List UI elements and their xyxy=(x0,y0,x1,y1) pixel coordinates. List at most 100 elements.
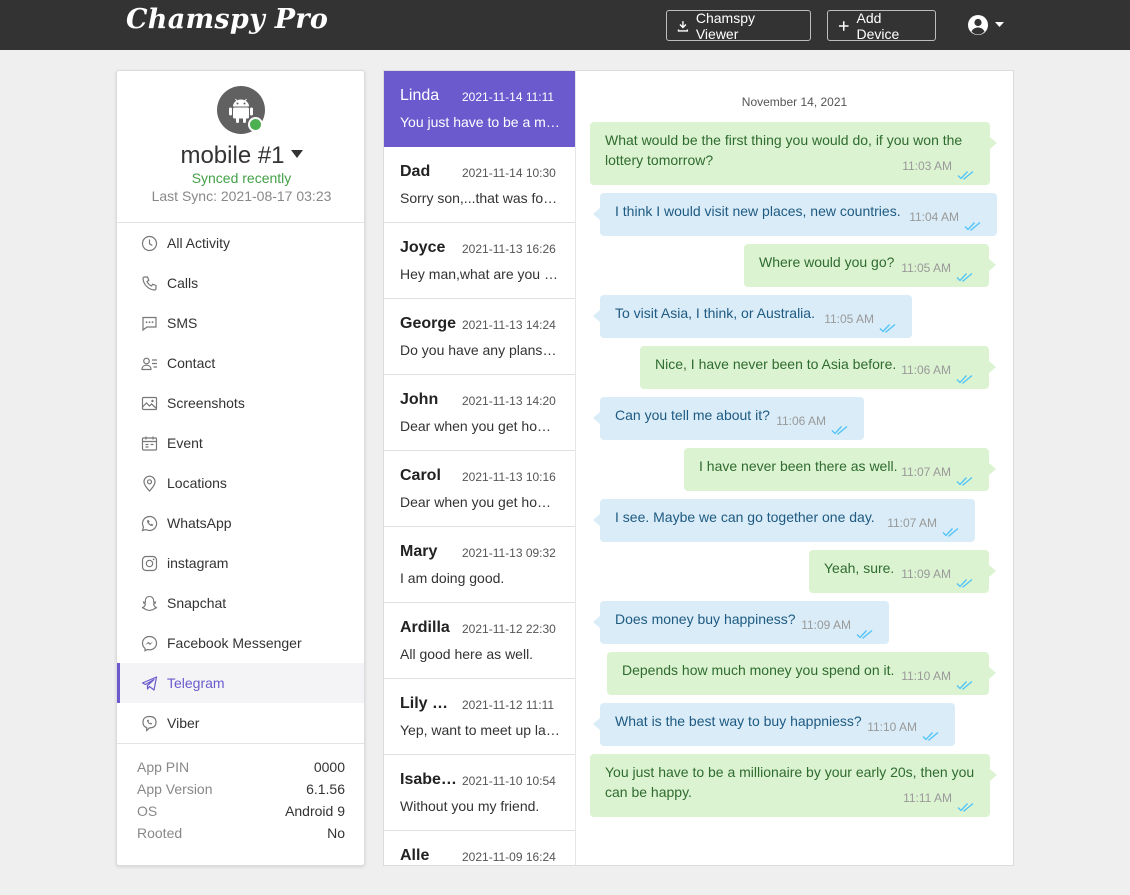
sidebar-item-label: Viber xyxy=(167,715,200,731)
conversation-item[interactable]: Joyce 2021-11-13 16:26 Hey man,what are yo… xyxy=(384,223,575,299)
message-text: Depends how much money you spend on it. xyxy=(622,660,894,680)
phone-icon xyxy=(142,275,157,291)
user-avatar-icon xyxy=(968,15,988,35)
sidebar-item-facebook-messenger[interactable]: Facebook Messenger xyxy=(117,623,364,663)
message-text: I have never been there as well. xyxy=(699,456,897,476)
sidebar-item-instagram[interactable]: instagram xyxy=(117,543,364,583)
sidebar-item-locations[interactable]: Locations xyxy=(117,463,364,503)
chamspy-viewer-button[interactable]: Chamspy Viewer xyxy=(666,9,811,42)
conversation-item[interactable]: Carol 2021-11-13 10:16 Dear when you get h… xyxy=(384,451,575,527)
device-sidebar: mobile #1 Synced recently Last Sync: 202… xyxy=(116,70,365,866)
conversation-item[interactable]: John 2021-11-13 14:20 Dear when you get ho… xyxy=(384,375,575,451)
conversation-time: 2021-11-14 10:30 xyxy=(462,166,556,180)
calendar-icon xyxy=(141,436,158,451)
online-status-dot xyxy=(248,117,263,132)
messenger-icon xyxy=(141,635,158,652)
conversation-preview: Do you have any plans for tonight? xyxy=(400,342,560,358)
sms-icon xyxy=(142,316,157,331)
sidebar-item-label: Contact xyxy=(167,355,216,371)
message-time: 11:07 AM xyxy=(901,465,951,479)
conversation-item[interactable]: Dad 2021-11-14 10:30 Sorry son,...that was… xyxy=(384,147,575,223)
conversation-item[interactable]: Linda 2021-11-14 11:11 You just have to be… xyxy=(384,71,575,147)
conversation-list: Linda 2021-11-14 11:11 You just have to be… xyxy=(383,70,575,866)
sidebar-item-screenshots[interactable]: Screenshots xyxy=(117,383,364,423)
message-time: 11:10 AM xyxy=(901,669,951,683)
sidebar-item-viber[interactable]: Viber xyxy=(117,703,364,743)
double-check-icon xyxy=(964,216,981,231)
sidebar-item-contact[interactable]: Contact xyxy=(117,343,364,383)
conversation-name: John xyxy=(400,391,439,408)
sidebar-item-whatsapp[interactable]: WhatsApp xyxy=(117,503,364,543)
add-device-button[interactable]: Add Device xyxy=(827,10,936,42)
conversation-item[interactable]: George 2021-11-13 14:24 Do you have any pl… xyxy=(384,299,575,375)
conversation-preview: Dear when you get home? xyxy=(400,494,560,510)
conversation-preview: Dear when you get home? xyxy=(400,418,560,434)
brand-logo[interactable]: Chamspy Pro xyxy=(126,4,328,35)
info-row-app-pin: App PIN 0000 xyxy=(137,759,345,781)
message-line: Does money buy happiness? xyxy=(615,611,796,627)
conversation-time: 2021-11-13 10:16 xyxy=(462,470,556,484)
message-line: Depends how much money you spend on it. xyxy=(622,662,895,678)
sidebar-item-label: Facebook Messenger xyxy=(167,635,302,651)
message-line: Where would you go? xyxy=(759,254,895,270)
caret-down-icon xyxy=(995,22,1004,27)
chamspy-viewer-label: Chamspy Viewer xyxy=(695,9,755,42)
sidebar-item-all-activity[interactable]: All Activity xyxy=(117,223,364,263)
conversation-time: 2021-11-13 09:32 xyxy=(462,546,556,560)
sidebar-item-snapchat[interactable]: Snapchat xyxy=(117,583,364,623)
conversation-time: 2021-11-10 10:54 xyxy=(462,774,556,788)
sidebar-item-telegram[interactable]: Telegram xyxy=(117,663,364,703)
message-time: 11:05 AM xyxy=(901,261,951,275)
sidebar-item-sms[interactable]: SMS xyxy=(117,303,364,343)
viber-icon xyxy=(142,715,157,732)
message-time: 11:03 AM xyxy=(902,159,952,173)
conversation-name: Linda xyxy=(400,87,440,104)
info-key: App Version xyxy=(137,781,213,797)
conversation-item[interactable]: Alle 2021-11-09 16:24 xyxy=(384,831,575,865)
telegram-icon xyxy=(141,675,158,691)
message-line: Can you tell me about it? xyxy=(615,407,770,423)
device-selector[interactable]: mobile #1 xyxy=(117,142,366,170)
conversation-preview: Hey man,what are you doing? xyxy=(400,266,560,282)
message-text: Where would you go? xyxy=(759,252,894,272)
sidebar-item-label: SMS xyxy=(167,315,198,331)
message-text: I see. Maybe we can go together one day. xyxy=(615,507,875,527)
device-name: mobile #1 xyxy=(180,142,285,169)
incoming-message: Can you tell me about it? 11:06 AM xyxy=(593,397,864,440)
conversation-name: Joyce xyxy=(400,239,446,256)
message-time: 11:05 AM xyxy=(824,312,874,326)
message-time: 11:09 AM xyxy=(801,618,851,632)
outgoing-message: I have never been there as well. 11:07 AM xyxy=(684,448,996,491)
outgoing-message: Nice, I have never been to Asia before. 1… xyxy=(640,346,996,389)
user-menu[interactable] xyxy=(967,14,1004,36)
chat-panel: November 14, 2021 What would be the firs… xyxy=(575,70,1014,866)
sync-status: Synced recently xyxy=(191,170,292,186)
conversation-item[interactable]: Lily Wang 2021-11-12 11:11 Yep, want to me… xyxy=(384,679,575,755)
caret-down-icon xyxy=(290,150,303,158)
message-text: Can you tell me about it? xyxy=(615,405,770,425)
sidebar-nav: All Activity Calls SMS Contact Screensho… xyxy=(117,223,364,743)
conversation-name: George xyxy=(400,315,457,332)
divider xyxy=(117,743,364,744)
double-check-icon xyxy=(957,797,974,812)
instagram-icon xyxy=(141,555,158,571)
message-time: 11:09 AM xyxy=(901,567,951,581)
conversation-item[interactable]: Mary 2021-11-13 09:32 I am doing good. xyxy=(384,527,575,603)
sidebar-item-calls[interactable]: Calls xyxy=(117,263,364,303)
message-text: What is the best way to buy happniess? xyxy=(615,711,862,731)
date-separator: November 14, 2021 xyxy=(741,95,848,109)
message-text: I think I would visit new places, new co… xyxy=(615,201,901,221)
message-time: 11:07 AM xyxy=(887,516,937,530)
message-text: To visit Asia, I think, or Australia. xyxy=(615,303,815,323)
outgoing-message: What would be the first thing you would … xyxy=(590,122,997,185)
conversation-item[interactable]: Isabella 2021-11-10 10:54 Without you my f… xyxy=(384,755,575,831)
sidebar-item-label: Event xyxy=(167,435,203,451)
info-row-os: OS Android 9 xyxy=(137,803,345,825)
top-navbar: Chamspy Pro Chamspy Viewer Add Device xyxy=(0,0,1130,50)
sidebar-item-event[interactable]: Event xyxy=(117,423,364,463)
conversation-item[interactable]: Ardilla 2021-11-12 22:30 All good here as … xyxy=(384,603,575,679)
conversation-name: Ardilla xyxy=(400,619,450,636)
conversation-time: 2021-11-12 22:30 xyxy=(462,622,556,636)
double-check-icon xyxy=(942,522,959,537)
sidebar-item-label: Locations xyxy=(167,475,227,491)
